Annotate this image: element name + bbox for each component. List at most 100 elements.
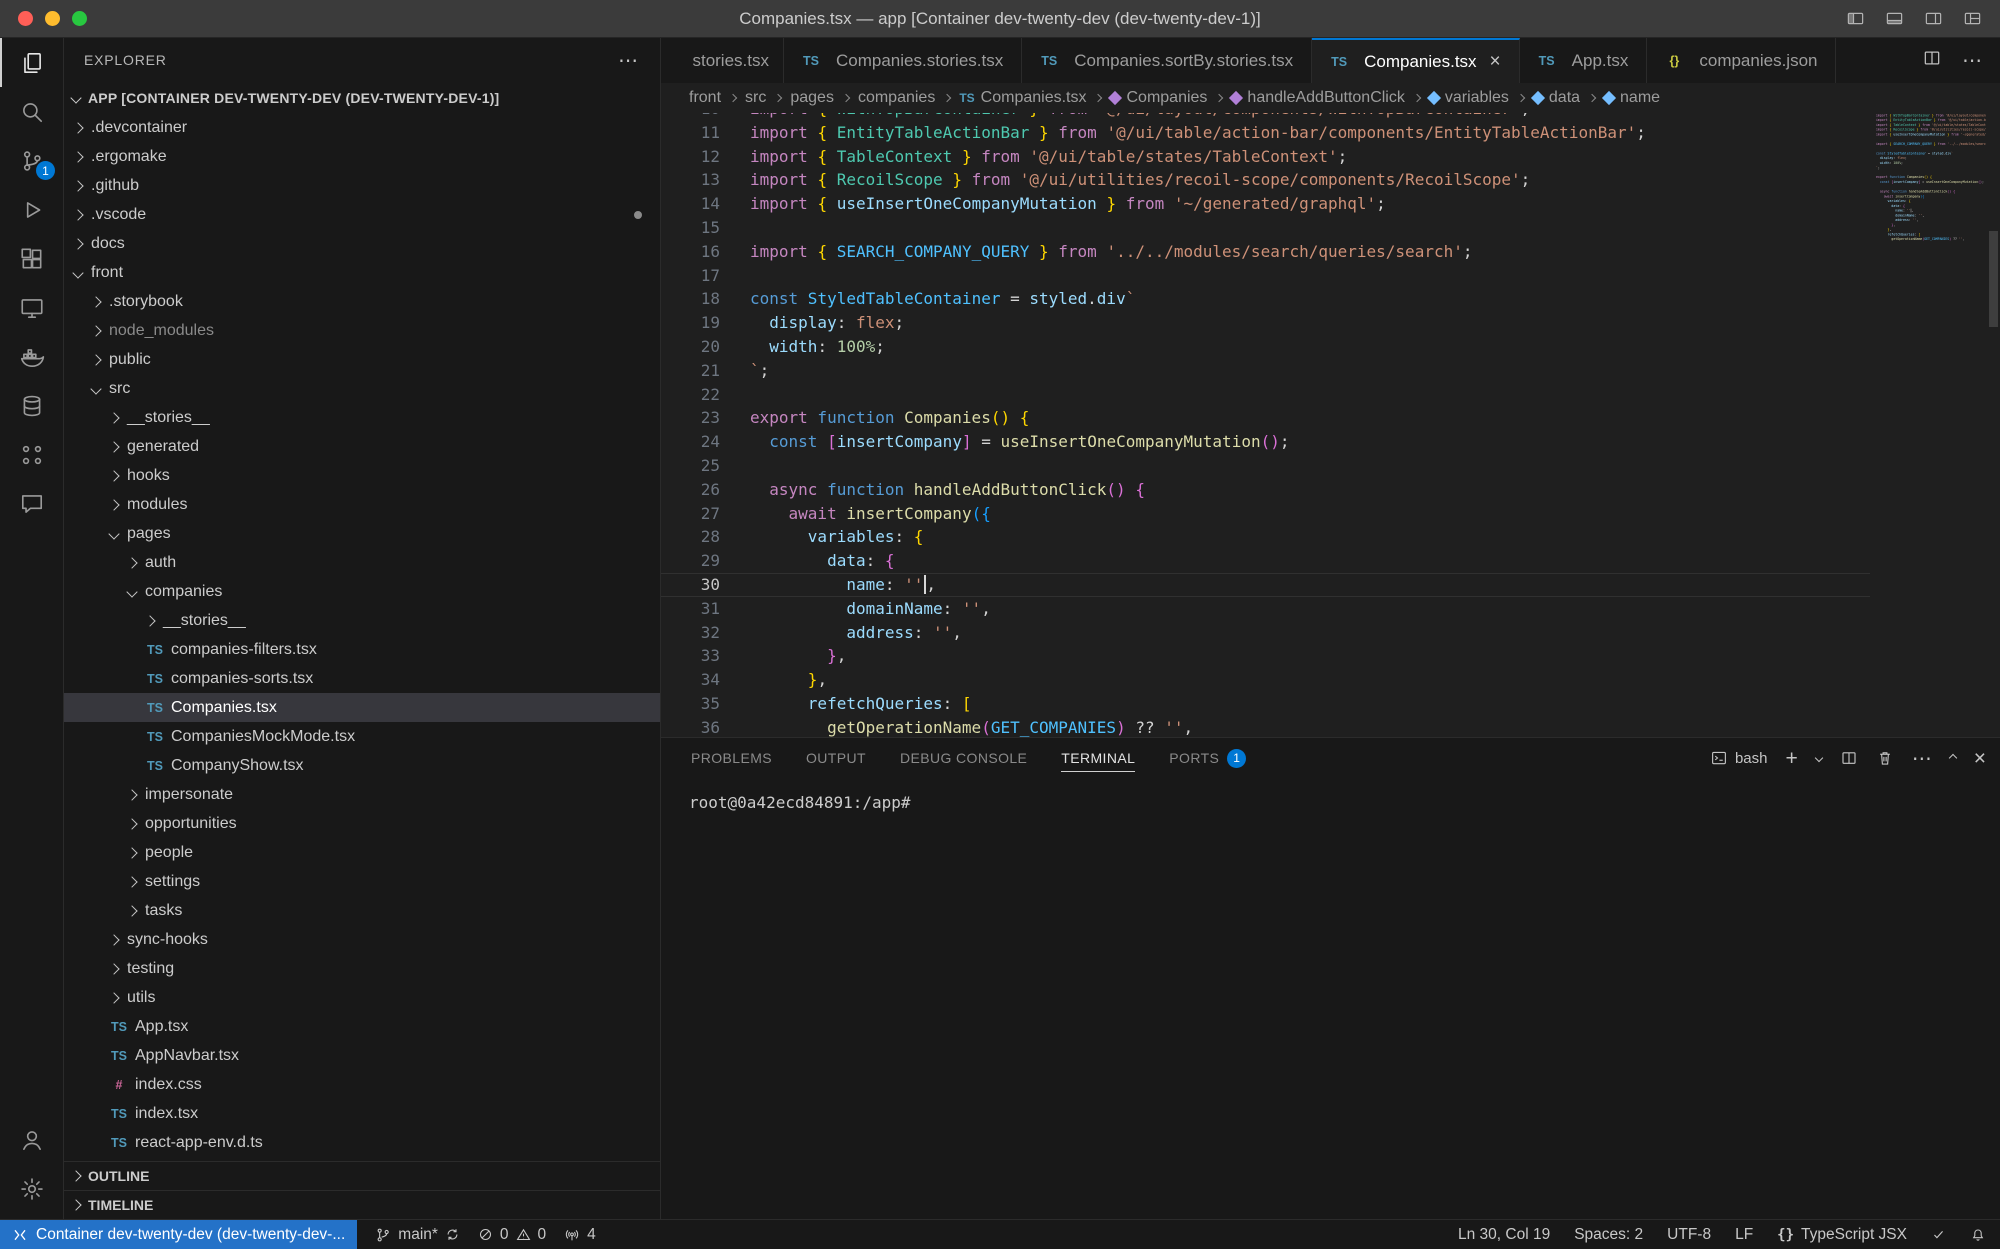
close-tab-icon[interactable]: × [1490,52,1501,71]
tree-item-.ergomake[interactable]: .ergomake [64,142,660,171]
code-line-12[interactable]: 12import { TableContext } from '@/ui/tab… [661,145,1870,169]
breadcrumb-item-src[interactable]: src [745,89,766,107]
code-line-15[interactable]: 15 [661,216,1870,240]
tree-item-CompaniesMockMode.tsx[interactable]: TSCompaniesMockMode.tsx [64,722,660,751]
code-line-17[interactable]: 17 [661,264,1870,288]
tab-Companies.stories.tsx[interactable]: TSCompanies.stories.tsx [784,38,1022,83]
tree-item-.storybook[interactable]: .storybook [64,287,660,316]
tree-item-companies-filters.tsx[interactable]: TScompanies-filters.tsx [64,635,660,664]
code-line-35[interactable]: 35 refetchQueries: [ [661,692,1870,716]
editor[interactable]: 10import { WithTopBarContainer } from '@… [661,113,2000,737]
tree-item-index.tsx[interactable]: TSindex.tsx [64,1099,660,1128]
code-line-25[interactable]: 25 [661,454,1870,478]
breadcrumb-item-data[interactable]: data [1533,89,1580,107]
code-line-32[interactable]: 32 address: '', [661,621,1870,645]
close-panel-icon[interactable]: × [1974,748,1986,769]
tree-item-generated[interactable]: generated [64,432,660,461]
panel-tab-debug-console[interactable]: DEBUG CONSOLE [900,738,1027,778]
tab-Companies.sortBy.stories.tsx[interactable]: TSCompanies.sortBy.stories.tsx [1022,38,1312,83]
editor-more-icon[interactable]: ⋯ [1962,48,1982,73]
code-line-24[interactable]: 24 const [insertCompany] = useInsertOneC… [661,430,1870,454]
search-icon[interactable] [0,87,63,136]
tree-item-opportunities[interactable]: opportunities [64,809,660,838]
explorer-more-icon[interactable]: ⋯ [618,48,638,73]
breadcrumb-item-pages[interactable]: pages [790,89,834,107]
extensions-icon[interactable] [0,234,63,283]
code-line-16[interactable]: 16import { SEARCH_COMPANY_QUERY } from '… [661,240,1870,264]
code-line-36[interactable]: 36 getOperationName(GET_COMPANIES) ?? ''… [661,716,1870,737]
tree-item-sync-hooks[interactable]: sync-hooks [64,925,660,954]
tree-item-Companies.tsx[interactable]: TSCompanies.tsx [64,693,660,722]
code-line-13[interactable]: 13import { RecoilScope } from '@/ui/util… [661,168,1870,192]
toggle-secondary-sidebar-icon[interactable] [1922,9,1945,28]
tree-item-docs[interactable]: docs [64,229,660,258]
account-icon[interactable] [0,1115,63,1164]
ports-indicator[interactable]: 4 [564,1226,596,1244]
tree-item-index.css[interactable]: #index.css [64,1070,660,1099]
tab-Companies.tsx[interactable]: TSCompanies.tsx× [1312,38,1520,83]
tree-item-testing[interactable]: testing [64,954,660,983]
split-terminal-icon[interactable] [1840,749,1858,767]
code-line-28[interactable]: 28 variables: { [661,525,1870,549]
tree-item-__stories__[interactable]: __stories__ [64,606,660,635]
editor-scrollbar[interactable] [1989,231,1998,327]
code-line-27[interactable]: 27 await insertCompany({ [661,502,1870,526]
tree-item-CompanyShow.tsx[interactable]: TSCompanyShow.tsx [64,751,660,780]
code-line-33[interactable]: 33 }, [661,644,1870,668]
tree-item-people[interactable]: people [64,838,660,867]
breadcrumb-item-variables[interactable]: variables [1429,89,1509,107]
customize-layout-icon[interactable] [1961,9,1984,28]
toggle-panel-icon[interactable] [1883,9,1906,28]
remote-indicator[interactable]: Container dev-twenty-dev (dev-twenty-dev… [0,1220,357,1249]
tree-item-.vscode[interactable]: .vscode [64,200,660,229]
remote-explorer-icon[interactable] [0,283,63,332]
maximize-panel-icon[interactable] [1950,755,1956,761]
tree-item-__stories__[interactable]: __stories__ [64,403,660,432]
breadcrumb-item-Companies[interactable]: Companies [1110,89,1207,107]
new-terminal-icon[interactable]: + [1785,748,1797,769]
cursor-position[interactable]: Ln 30, Col 19 [1458,1226,1550,1244]
breadcrumb-item-Companies.tsx[interactable]: TSCompanies.tsx [959,89,1086,107]
panel-tab-terminal[interactable]: TERMINAL [1061,738,1135,778]
tree-item-companies[interactable]: companies [64,577,660,606]
breadcrumb-item-name[interactable]: name [1604,89,1660,107]
tree-item-tasks[interactable]: tasks [64,896,660,925]
panel-tab-ports[interactable]: PORTS1 [1169,738,1246,778]
breadcrumb-item-companies[interactable]: companies [858,89,935,107]
tree-item-.github[interactable]: .github [64,171,660,200]
tree-item-hooks[interactable]: hooks [64,461,660,490]
code-line-23[interactable]: 23export function Companies() { [661,406,1870,430]
shell-select[interactable]: bash [1710,749,1768,767]
code-line-10[interactable]: 10import { WithTopBarContainer } from '@… [661,113,1870,121]
tree-item-pages[interactable]: pages [64,519,660,548]
tab-companies.json[interactable]: {}companies.json [1647,38,1836,83]
tree-item-src[interactable]: src [64,374,660,403]
branch-indicator[interactable]: main* [375,1226,460,1244]
split-editor-icon[interactable] [1922,48,1942,73]
code-line-29[interactable]: 29 data: { [661,549,1870,573]
tree-item-App.tsx[interactable]: TSApp.tsx [64,1012,660,1041]
code-line-22[interactable]: 22 [661,383,1870,407]
tree-item-.devcontainer[interactable]: .devcontainer [64,113,660,142]
outline-section[interactable]: OUTLINE [64,1161,660,1190]
workspace-section-header[interactable]: APP [CONTAINER DEV-TWENTY-DEV (DEV-TWENT… [64,82,660,113]
database-icon[interactable] [0,381,63,430]
code-line-18[interactable]: 18const StyledTableContainer = styled.di… [661,287,1870,311]
code-line-26[interactable]: 26 async function handleAddButtonClick()… [661,478,1870,502]
problems-indicator[interactable]: 0 0 [478,1226,546,1244]
settings-gear-icon[interactable] [0,1164,63,1213]
code-line-31[interactable]: 31 domainName: '', [661,597,1870,621]
tree-item-utils[interactable]: utils [64,983,660,1012]
prettier-check-icon[interactable] [1931,1227,1946,1242]
tree-item-AppNavbar.tsx[interactable]: TSAppNavbar.tsx [64,1041,660,1070]
panel-tab-output[interactable]: OUTPUT [806,738,866,778]
tree-item-react-app-env.d.ts[interactable]: TSreact-app-env.d.ts [64,1128,660,1157]
code-line-21[interactable]: 21`; [661,359,1870,383]
tree-item-impersonate[interactable]: impersonate [64,780,660,809]
source-control-icon[interactable]: 1 [0,136,63,185]
encoding[interactable]: UTF-8 [1667,1226,1711,1244]
timeline-section[interactable]: TIMELINE [64,1190,660,1219]
tree-item-settings[interactable]: settings [64,867,660,896]
docker-icon[interactable] [0,332,63,381]
tab-App.tsx[interactable]: TSApp.tsx [1520,38,1648,83]
